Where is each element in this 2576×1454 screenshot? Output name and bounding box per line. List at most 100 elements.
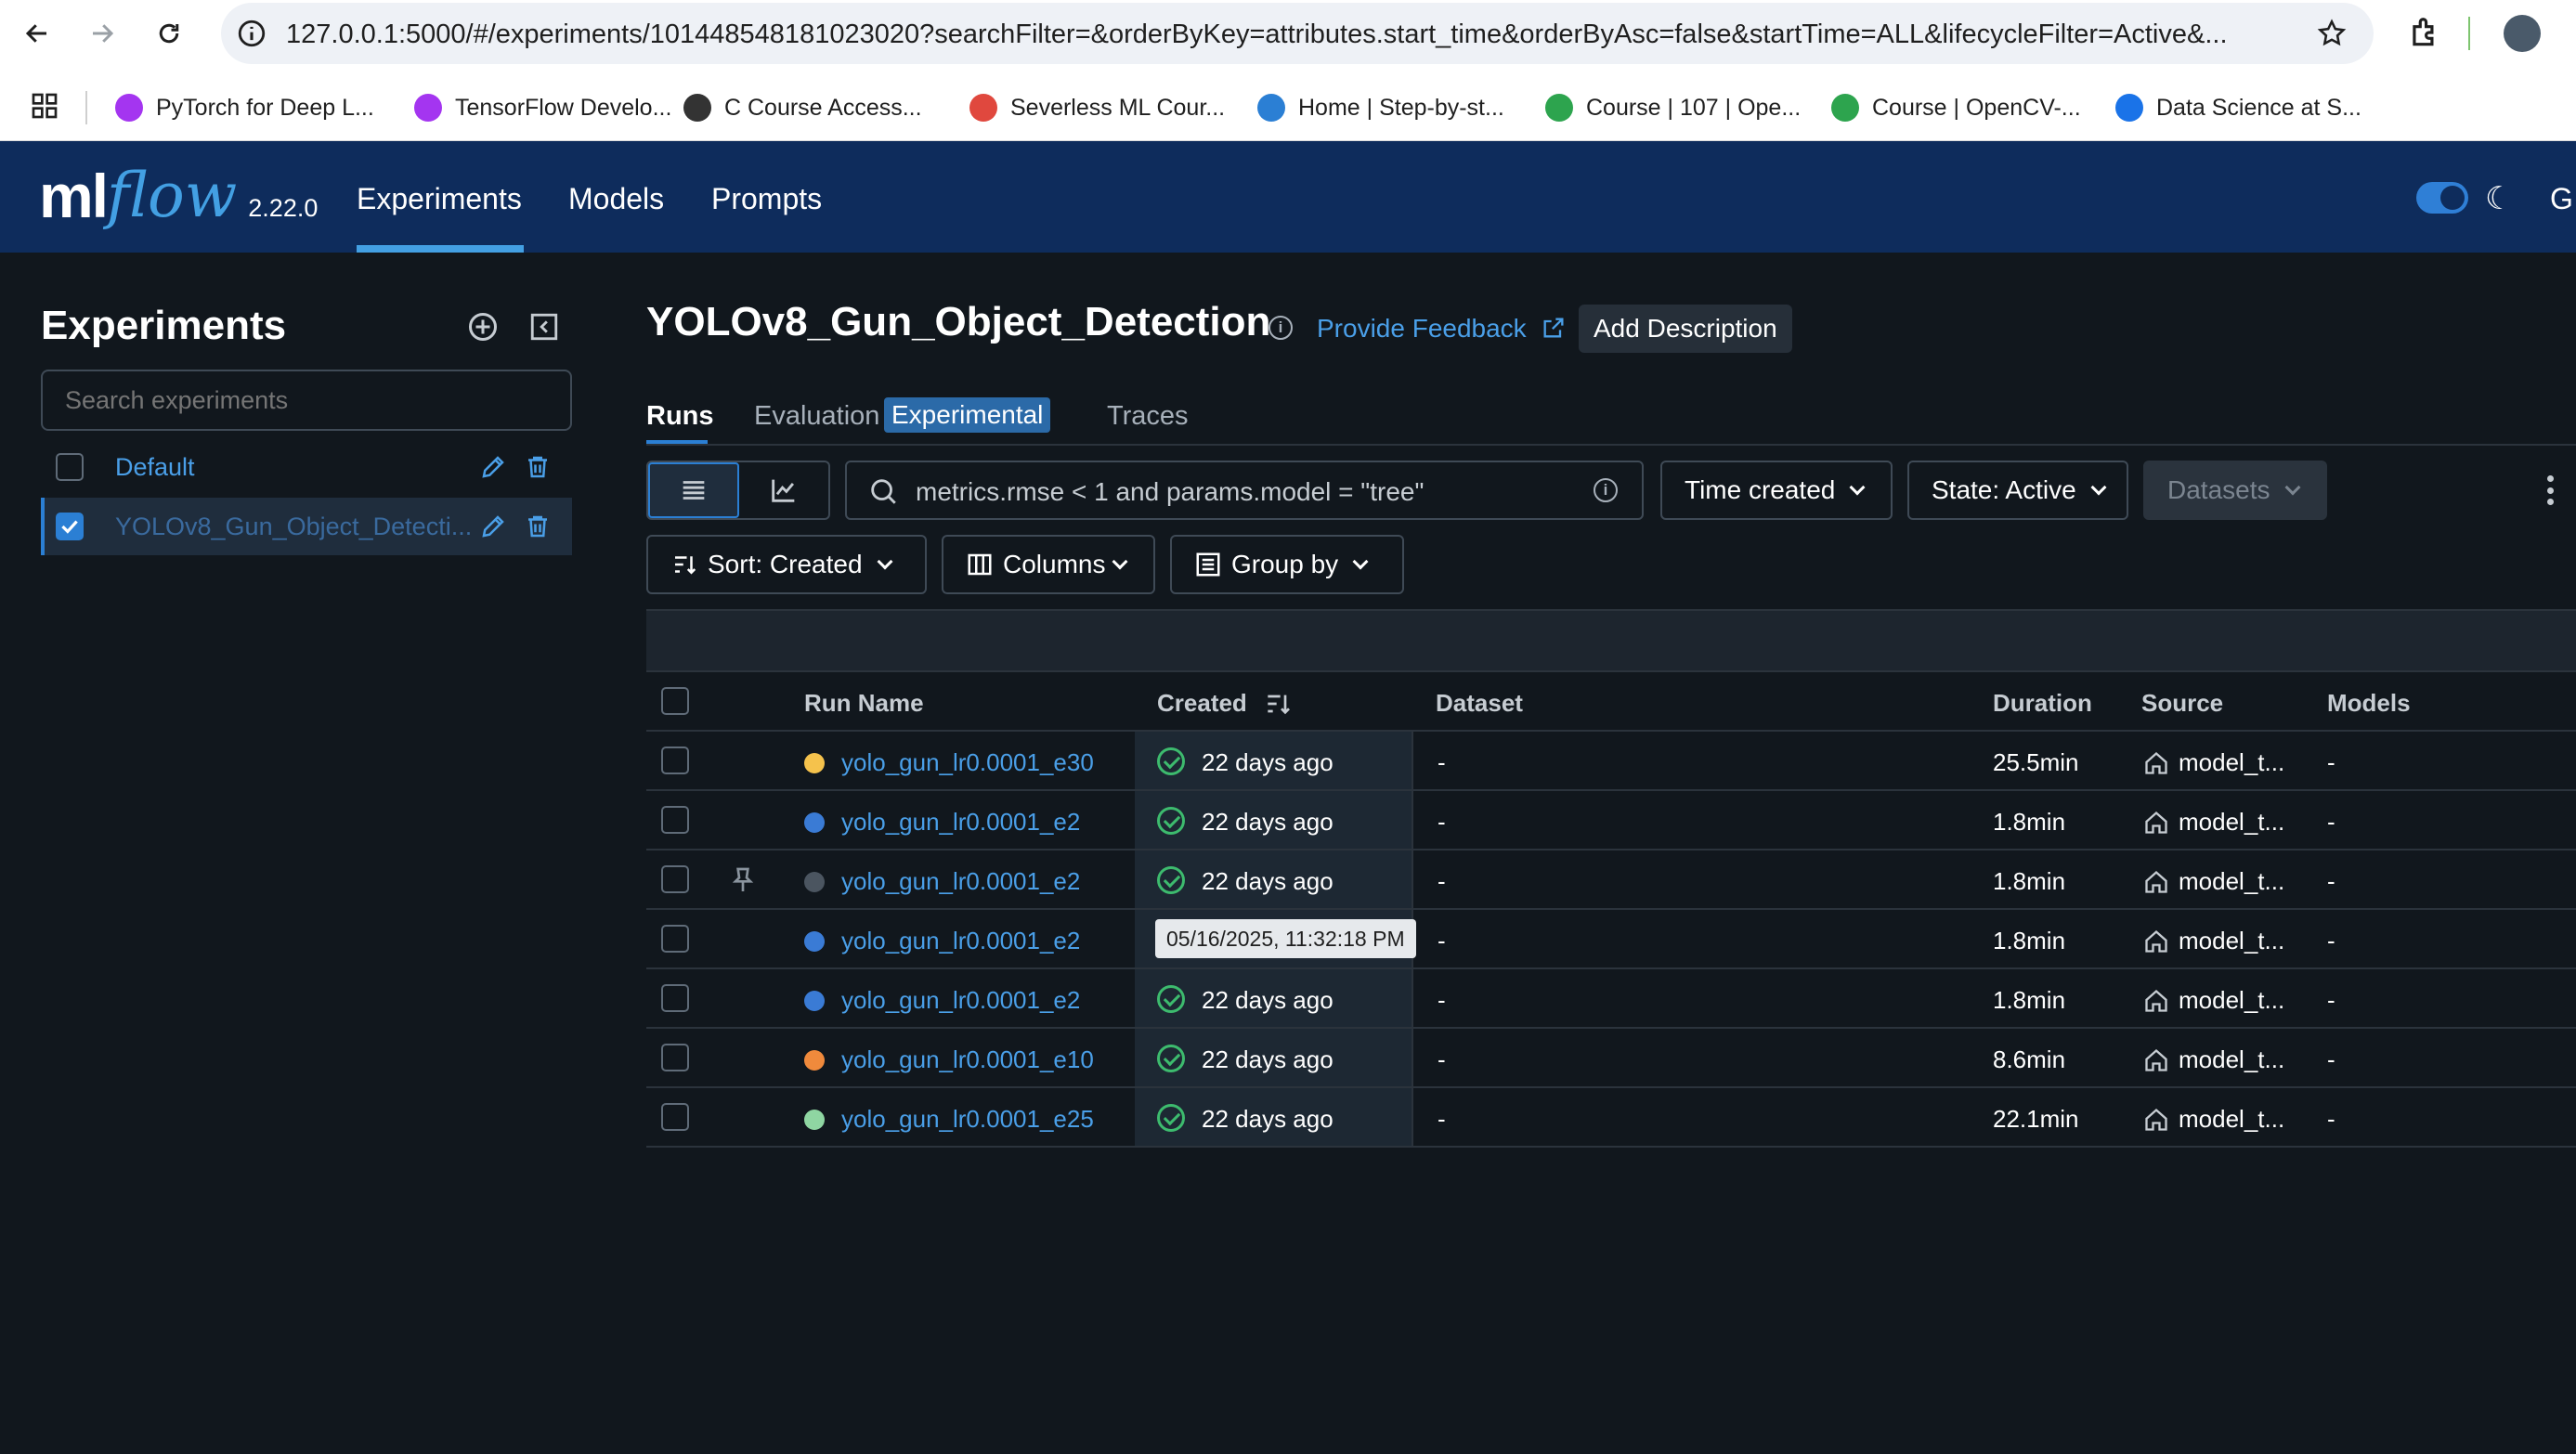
experiment-name[interactable]: Default	[115, 453, 195, 482]
collapse-sidebar-icon[interactable]	[526, 308, 563, 345]
list-view-button[interactable]	[648, 462, 739, 518]
source-cell[interactable]: model_t...	[2179, 1105, 2284, 1134]
created-time[interactable]: 22 days ago	[1202, 748, 1334, 777]
forward-arrow-icon[interactable]	[82, 13, 123, 54]
nav-models[interactable]: Models	[568, 182, 664, 216]
select-all-checkbox[interactable]	[661, 687, 689, 715]
delete-trash-icon[interactable]	[522, 451, 553, 483]
created-time[interactable]: 22 days ago	[1202, 986, 1334, 1015]
column-header-run-name[interactable]: Run Name	[804, 689, 924, 718]
experiment-item-yolov8[interactable]: YOLOv8_Gun_Object_Detecti...	[41, 498, 572, 555]
experiment-item-default[interactable]: Default	[41, 438, 572, 496]
column-header-source[interactable]: Source	[2141, 689, 2223, 718]
tab-traces[interactable]: Traces	[1107, 401, 1189, 432]
row-checkbox[interactable]	[661, 1103, 689, 1131]
run-color-dot[interactable]	[804, 812, 825, 833]
experiment-name[interactable]: YOLOv8_Gun_Object_Detecti...	[115, 513, 472, 541]
reload-icon[interactable]	[149, 13, 189, 54]
column-header-created[interactable]: Created	[1157, 689, 1293, 719]
source-cell[interactable]: model_t...	[2179, 808, 2284, 837]
pin-icon[interactable]	[728, 865, 758, 900]
source-cell[interactable]: model_t...	[2179, 986, 2284, 1015]
run-color-dot[interactable]	[804, 991, 825, 1011]
bookmark-item[interactable]: Home | Step-by-st...	[1257, 91, 1504, 124]
run-search-input[interactable]: metrics.rmse < 1 and params.model = "tre…	[916, 477, 1556, 507]
source-cell[interactable]: model_t...	[2179, 927, 2284, 955]
url-text[interactable]: 127.0.0.1:5000/#/experiments/10144854818…	[286, 19, 2310, 50]
experiment-checkbox[interactable]	[56, 453, 84, 481]
run-name-link[interactable]: yolo_gun_lr0.0001_e30	[841, 748, 1094, 777]
address-bar[interactable]: 127.0.0.1:5000/#/experiments/10144854818…	[221, 3, 2374, 64]
run-name-link[interactable]: yolo_gun_lr0.0001_e2	[841, 808, 1080, 837]
datasets-select[interactable]: Datasets	[2143, 461, 2327, 520]
back-arrow-icon[interactable]	[17, 13, 58, 54]
created-time[interactable]: 22 days ago	[1202, 808, 1334, 837]
table-row[interactable]: yolo_gun_lr0.0001_e25 22 days ago - 22.1min…	[646, 1088, 2576, 1148]
run-color-dot[interactable]	[804, 1050, 825, 1071]
columns-select[interactable]: Columns	[942, 535, 1155, 594]
state-filter-select[interactable]: State: Active	[1907, 461, 2128, 520]
row-checkbox[interactable]	[661, 806, 689, 834]
table-row[interactable]: yolo_gun_lr0.0001_e30 22 days ago - 25.5min…	[646, 732, 2576, 791]
nav-experiments[interactable]: Experiments	[357, 182, 522, 216]
column-header-duration[interactable]: Duration	[1993, 689, 2092, 718]
source-cell[interactable]: model_t...	[2179, 1045, 2284, 1074]
group-by-select[interactable]: Group by	[1170, 535, 1404, 594]
extensions-icon[interactable]	[2407, 15, 2442, 55]
table-row[interactable]: yolo_gun_lr0.0001_e2 - 1.8min model_t... -	[646, 910, 2576, 969]
bookmark-item[interactable]: Course | 107 | Ope...	[1545, 91, 1801, 124]
edit-pencil-icon[interactable]	[477, 451, 509, 483]
theme-toggle[interactable]	[2416, 182, 2468, 214]
sort-select[interactable]: Sort: Created	[646, 535, 927, 594]
bookmark-item[interactable]: C Course Access...	[683, 91, 922, 124]
chart-view-button[interactable]	[739, 462, 828, 518]
run-name-link[interactable]: yolo_gun_lr0.0001_e2	[841, 927, 1080, 955]
more-options-icon[interactable]	[2546, 475, 2554, 505]
run-color-dot[interactable]	[804, 753, 825, 773]
profile-avatar[interactable]	[2504, 15, 2541, 52]
run-name-link[interactable]: yolo_gun_lr0.0001_e10	[841, 1045, 1094, 1074]
time-created-select[interactable]: Time created	[1660, 461, 1893, 520]
created-time[interactable]: 22 days ago	[1202, 1045, 1334, 1074]
nav-prompts[interactable]: Prompts	[711, 182, 822, 216]
row-checkbox[interactable]	[661, 1044, 689, 1071]
row-checkbox[interactable]	[661, 746, 689, 774]
run-name-link[interactable]: yolo_gun_lr0.0001_e2	[841, 867, 1080, 896]
bookmark-star-icon[interactable]	[2316, 18, 2348, 54]
run-color-dot[interactable]	[804, 872, 825, 892]
add-description-button[interactable]: Add Description	[1579, 305, 1792, 353]
info-icon[interactable]: i	[1268, 316, 1293, 340]
run-name-link[interactable]: yolo_gun_lr0.0001_e25	[841, 1105, 1094, 1134]
provide-feedback-link[interactable]: Provide Feedback	[1317, 314, 1567, 344]
column-header-models[interactable]: Models	[2327, 689, 2411, 718]
bookmark-item[interactable]: PyTorch for Deep L...	[115, 91, 374, 124]
sort-descending-icon[interactable]	[1263, 689, 1293, 719]
table-row[interactable]: yolo_gun_lr0.0001_e2 22 days ago - 1.8min mo…	[646, 850, 2576, 910]
source-cell[interactable]: model_t...	[2179, 867, 2284, 896]
bookmark-item[interactable]: Course | OpenCV-...	[1831, 91, 2081, 124]
edit-pencil-icon[interactable]	[477, 511, 509, 542]
bookmark-item[interactable]: Data Science at S...	[2115, 91, 2361, 124]
run-search-box[interactable]: metrics.rmse < 1 and params.model = "tre…	[845, 461, 1644, 520]
column-header-dataset[interactable]: Dataset	[1436, 689, 1523, 718]
experiment-checkbox-checked[interactable]	[56, 513, 84, 540]
run-color-dot[interactable]	[804, 1110, 825, 1130]
table-row[interactable]: yolo_gun_lr0.0001_e10 22 days ago - 8.6min m…	[646, 1029, 2576, 1088]
mlflow-logo[interactable]: ml flow 2.22.0	[39, 162, 318, 227]
site-info-icon[interactable]	[236, 18, 267, 54]
row-checkbox[interactable]	[661, 984, 689, 1012]
source-cell[interactable]: model_t...	[2179, 748, 2284, 777]
table-row[interactable]: yolo_gun_lr0.0001_e2 22 days ago - 1.8min mo…	[646, 791, 2576, 850]
tab-evaluation[interactable]: Evaluation	[754, 401, 879, 432]
bookmark-item[interactable]: Severless ML Cour...	[969, 91, 1225, 124]
tab-runs[interactable]: Runs	[646, 401, 714, 432]
row-checkbox[interactable]	[661, 925, 689, 953]
bookmark-item[interactable]: TensorFlow Develo...	[414, 91, 671, 124]
created-time[interactable]: 22 days ago	[1202, 867, 1334, 896]
delete-trash-icon[interactable]	[522, 511, 553, 542]
run-color-dot[interactable]	[804, 931, 825, 952]
created-time[interactable]: 22 days ago	[1202, 1105, 1334, 1134]
apps-grid-icon[interactable]	[30, 91, 59, 125]
row-checkbox[interactable]	[661, 865, 689, 893]
run-name-link[interactable]: yolo_gun_lr0.0001_e2	[841, 986, 1080, 1015]
